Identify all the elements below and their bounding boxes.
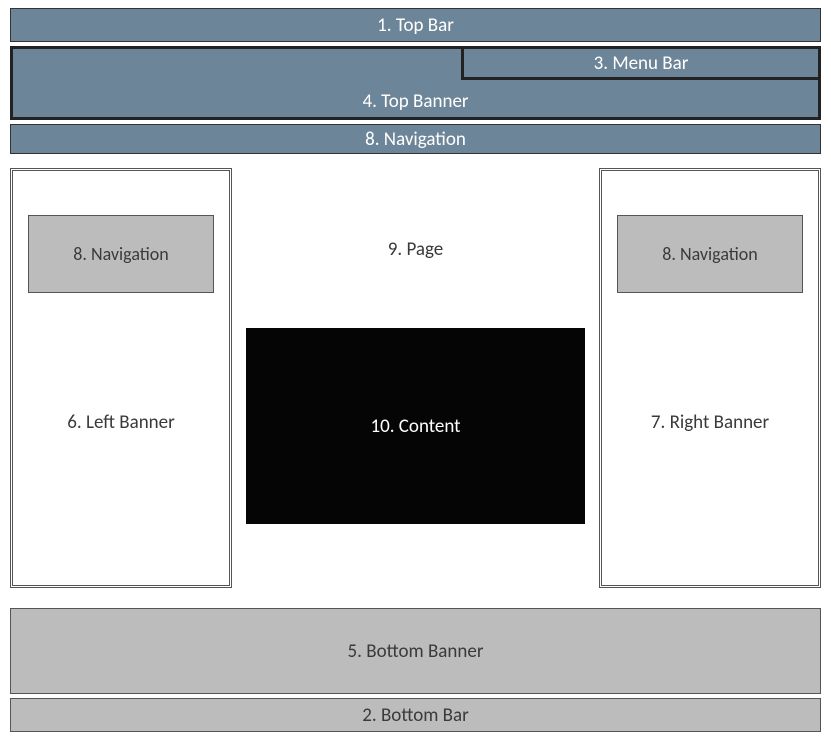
bottom-bar: 2. Bottom Bar (10, 698, 821, 732)
left-banner: 8. Navigation 6. Left Banner (10, 168, 232, 588)
bottom-banner: 5. Bottom Banner (10, 608, 821, 694)
top-bar: 1. Top Bar (10, 8, 821, 42)
bottom-bar-label: 2. Bottom Bar (362, 704, 469, 727)
menu-bar-label: 3. Menu Bar (594, 52, 689, 75)
top-bar-label: 1. Top Bar (377, 14, 454, 37)
navigation-left: 8. Navigation (28, 215, 214, 293)
menu-bar: 3. Menu Bar (461, 46, 821, 80)
top-banner-label: 4. Top Banner (13, 90, 818, 113)
right-banner: 8. Navigation 7. Right Banner (599, 168, 821, 588)
top-banner: 3. Menu Bar 4. Top Banner (10, 46, 821, 120)
navigation-top: 8. Navigation (10, 124, 821, 154)
navigation-right: 8. Navigation (617, 215, 803, 293)
navigation-top-label: 8. Navigation (365, 128, 466, 151)
content: 10. Content (246, 328, 585, 524)
page: 9. Page 10. Content (240, 168, 591, 588)
navigation-right-label: 8. Navigation (662, 243, 758, 265)
content-label: 10. Content (370, 415, 460, 438)
bottom-banner-label: 5. Bottom Banner (348, 640, 484, 663)
page-label: 9. Page (240, 238, 591, 261)
left-banner-label: 6. Left Banner (13, 411, 229, 434)
middle-row: 8. Navigation 6. Left Banner 9. Page 10.… (10, 168, 821, 588)
navigation-left-label: 8. Navigation (73, 243, 169, 265)
right-banner-label: 7. Right Banner (602, 411, 818, 434)
